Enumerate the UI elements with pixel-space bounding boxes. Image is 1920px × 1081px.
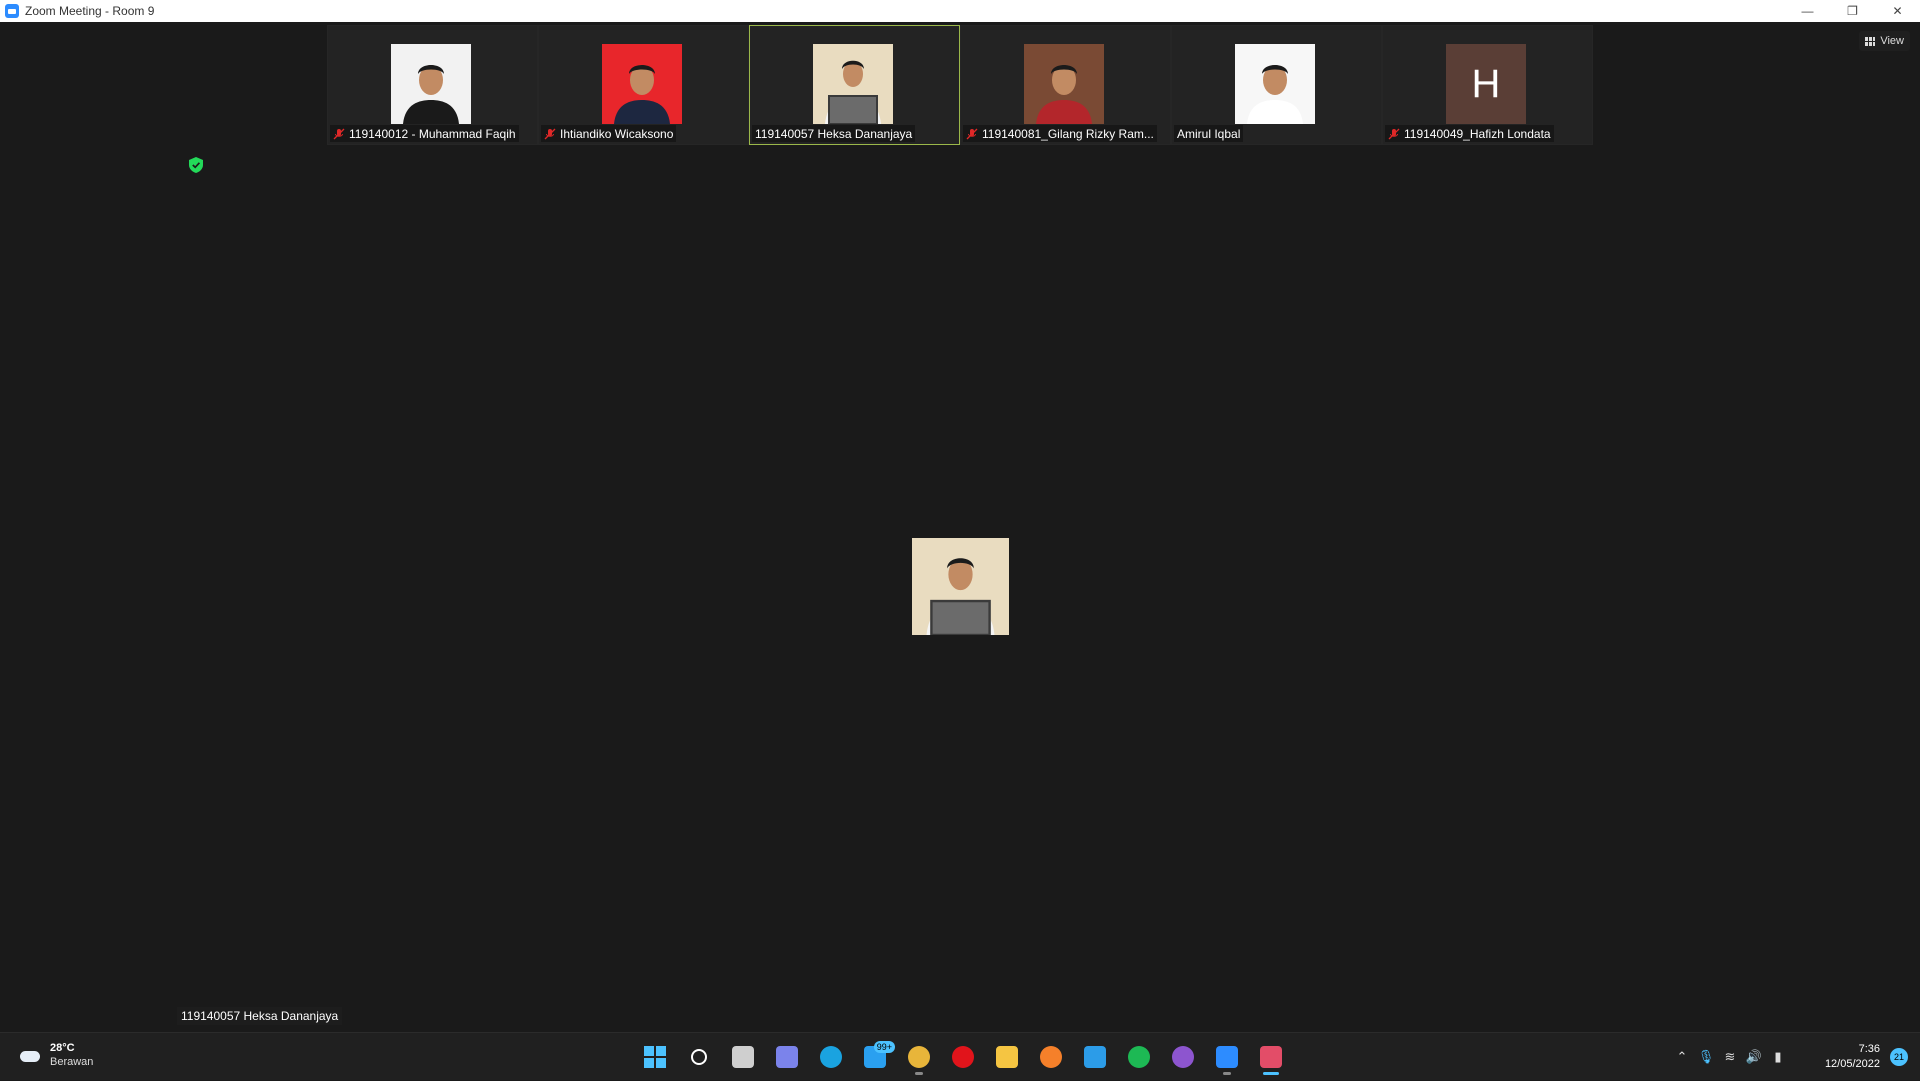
participant-initial: H [1471, 61, 1501, 106]
unread-badge: 99+ [873, 1041, 895, 1053]
taskbar-file-explorer-button[interactable] [985, 1039, 1029, 1075]
participant-avatar [1235, 44, 1315, 124]
participant-name-bar: Amirul Iqbal [1174, 125, 1244, 142]
close-button[interactable]: ✕ [1875, 0, 1920, 22]
spotify-icon [1128, 1046, 1150, 1068]
participant-tile-active[interactable]: 119140057 Heksa Dananjaya [749, 25, 960, 145]
running-indicator [915, 1072, 923, 1075]
window-title: Zoom Meeting - Room 9 [25, 4, 155, 18]
participant-name: 119140057 Heksa Dananjaya [755, 126, 913, 141]
active-speaker-avatar [912, 538, 1009, 635]
file-explorer-icon [996, 1046, 1018, 1068]
taskbar-mail-button[interactable]: 99+ [853, 1039, 897, 1075]
participant-avatar [813, 44, 893, 124]
participant-tile[interactable]: 119140012 - Muhammad Faqih [327, 25, 538, 145]
chrome-icon [908, 1046, 930, 1068]
participant-tile[interactable]: Ihtiandiko Wicaksono [538, 25, 749, 145]
search-icon [691, 1049, 707, 1065]
participant-strip: 119140012 - Muhammad Faqih Ihtiandiko Wi… [327, 25, 1593, 145]
clock[interactable]: 7:36 12/05/2022 [1804, 1042, 1880, 1072]
participant-avatar [391, 44, 471, 124]
windows-taskbar: 28°C Berawan 99+ ⌃ 🎙 ≋ 🔊 ▮ 7:36 12/05/20… [0, 1032, 1920, 1080]
taskbar-task-view-button[interactable] [721, 1039, 765, 1075]
taskbar-edge-button[interactable] [809, 1039, 853, 1075]
participant-name-bar: 119140049_Hafizh Londata [1385, 125, 1554, 142]
weather-temperature: 28°C [50, 1042, 75, 1054]
participant-avatar [1024, 44, 1104, 124]
microphone-icon[interactable]: 🎙 [1694, 1045, 1718, 1069]
view-button[interactable]: View [1859, 31, 1910, 51]
participant-name: Amirul Iqbal [1177, 126, 1241, 141]
snipping-tool-icon [1260, 1046, 1282, 1068]
participant-name: 119140049_Hafizh Londata [1404, 126, 1551, 141]
minimize-button[interactable]: — [1785, 0, 1830, 22]
vscode-icon [1084, 1046, 1106, 1068]
show-hidden-icons-chevron-icon[interactable]: ⌃ [1670, 1045, 1694, 1069]
start-icon [644, 1046, 666, 1068]
participant-tile[interactable]: Amirul Iqbal [1171, 25, 1382, 145]
running-indicator [1263, 1072, 1279, 1075]
github-desktop-icon [1172, 1046, 1194, 1068]
encryption-shield-icon[interactable] [189, 157, 203, 173]
taskbar-start-button[interactable] [633, 1039, 677, 1075]
participant-name-bar: 119140012 - Muhammad Faqih [330, 125, 519, 142]
title-bar: Zoom Meeting - Room 9 — ❐ ✕ [0, 0, 1920, 22]
taskbar-snipping-tool-button[interactable] [1249, 1039, 1293, 1075]
active-speaker-name: 119140057 Heksa Dananjaya [177, 1007, 343, 1025]
zoom-app-icon [5, 4, 19, 18]
window-controls: — ❐ ✕ [1785, 0, 1920, 22]
clock-time: 7:36 [1858, 1043, 1880, 1055]
edge-icon [820, 1046, 842, 1068]
taskbar-apps: 99+ [633, 1039, 1293, 1075]
participant-tile[interactable]: H 119140049_Hafizh Londata [1382, 25, 1593, 145]
participant-name-bar: 119140081_Gilang Rizky Ram... [963, 125, 1157, 142]
clock-date: 12/05/2022 [1824, 1058, 1880, 1070]
battery-icon[interactable]: ▮ [1766, 1045, 1790, 1069]
taskbar-zoom-button[interactable] [1205, 1039, 1249, 1075]
taskbar-chat-button[interactable] [765, 1039, 809, 1075]
participant-name-bar: Ihtiandiko Wicaksono [541, 125, 677, 142]
system-tray: ⌃ 🎙 ≋ 🔊 ▮ 7:36 12/05/2022 21 [1670, 1033, 1920, 1081]
taskbar-spotify-button[interactable] [1117, 1039, 1161, 1075]
restore-button[interactable]: ❐ [1830, 0, 1875, 22]
muted-mic-icon [966, 128, 978, 140]
meeting-area: 119140012 - Muhammad Faqih Ihtiandiko Wi… [0, 22, 1920, 1032]
participant-avatar [602, 44, 682, 124]
taskbar-firefox-button[interactable] [1029, 1039, 1073, 1075]
participant-avatar: H [1446, 44, 1526, 124]
participant-name-bar: 119140057 Heksa Dananjaya [752, 125, 916, 142]
participant-name: 119140081_Gilang Rizky Ram... [982, 126, 1154, 141]
taskbar-github-desktop-button[interactable] [1161, 1039, 1205, 1075]
opera-icon [952, 1046, 974, 1068]
taskbar-vscode-button[interactable] [1073, 1039, 1117, 1075]
weather-condition: Berawan [50, 1056, 94, 1068]
firefox-icon [1040, 1046, 1062, 1068]
participant-name: Ihtiandiko Wicaksono [560, 126, 674, 141]
muted-mic-icon [544, 128, 556, 140]
view-button-label: View [1880, 35, 1904, 47]
volume-icon[interactable]: 🔊 [1742, 1045, 1766, 1069]
gallery-grid-icon [1865, 36, 1876, 46]
zoom-icon [1216, 1046, 1238, 1068]
taskbar-opera-button[interactable] [941, 1039, 985, 1075]
cloudy-weather-icon [18, 1047, 42, 1063]
muted-mic-icon [333, 128, 345, 140]
participant-name: 119140012 - Muhammad Faqih [349, 126, 516, 141]
wifi-icon[interactable]: ≋ [1718, 1045, 1742, 1069]
notification-count-badge[interactable]: 21 [1890, 1048, 1908, 1066]
chat-icon [776, 1046, 798, 1068]
weather-widget[interactable]: 28°C Berawan [18, 1041, 93, 1069]
running-indicator [1223, 1072, 1231, 1075]
task-view-icon [732, 1046, 754, 1068]
participant-tile[interactable]: 119140081_Gilang Rizky Ram... [960, 25, 1171, 145]
taskbar-search-button[interactable] [677, 1039, 721, 1075]
muted-mic-icon [1388, 128, 1400, 140]
taskbar-chrome-button[interactable] [897, 1039, 941, 1075]
